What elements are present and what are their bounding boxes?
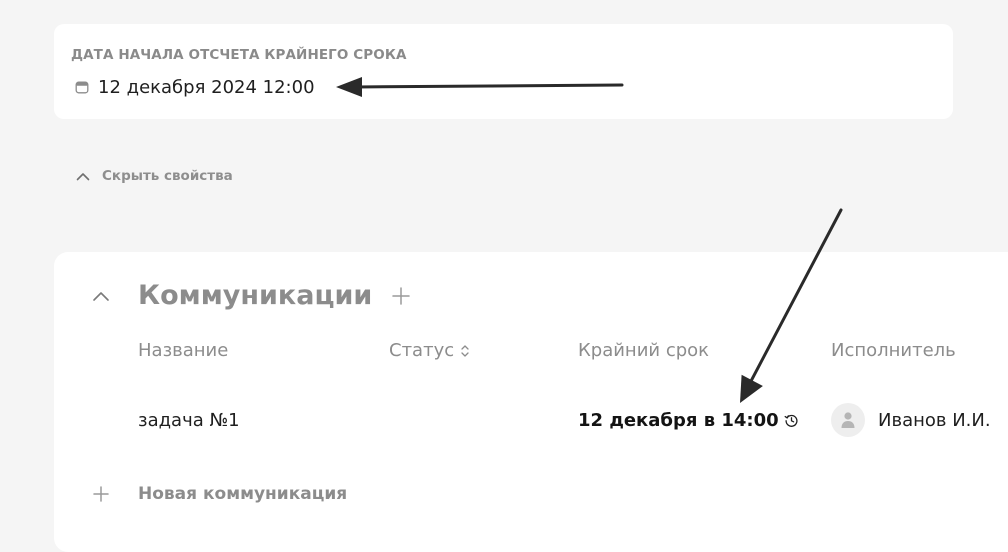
chevron-up-icon[interactable] <box>92 290 110 302</box>
properties-card: ДАТА НАЧАЛА ОТСЧЕТА КРАЙНЕГО СРОКА 12 де… <box>54 24 953 119</box>
column-header-name: Название <box>138 340 228 361</box>
table-row[interactable]: задача №1 12 декабря в 14:00 Иванов И.И. <box>54 402 1008 438</box>
sort-icon <box>461 344 469 357</box>
hide-properties-button[interactable]: Скрыть свойства <box>76 168 233 184</box>
chevron-up-icon <box>76 173 90 181</box>
section-title: Коммуникации <box>138 280 373 311</box>
add-icon[interactable] <box>392 286 411 305</box>
communications-card: Коммуникации Название Статус Крайний сро… <box>54 252 1008 552</box>
column-status-label: Статус <box>389 340 455 361</box>
column-header-deadline: Крайний срок <box>578 340 709 361</box>
deadline-start-field[interactable]: 12 декабря 2024 12:00 <box>75 76 315 98</box>
new-communication-button[interactable]: Новая коммуникация <box>92 484 347 504</box>
communications-header: Коммуникации <box>92 280 411 311</box>
row-deadline-value: 12 декабря в 14:00 <box>578 409 779 431</box>
row-name[interactable]: задача №1 <box>138 402 240 438</box>
column-header-status[interactable]: Статус <box>389 340 470 361</box>
row-deadline[interactable]: 12 декабря в 14:00 <box>578 402 799 438</box>
add-icon <box>93 486 109 502</box>
hide-properties-label: Скрыть свойства <box>102 168 233 184</box>
deadline-start-label: ДАТА НАЧАЛА ОТСЧЕТА КРАЙНЕГО СРОКА <box>71 47 407 63</box>
column-deadline-label: Крайний срок <box>578 340 710 361</box>
calendar-icon <box>75 81 89 94</box>
history-icon <box>784 414 798 427</box>
assignee-name: Иванов И.И. <box>878 409 991 431</box>
deadline-start-value: 12 декабря 2024 12:00 <box>98 76 315 98</box>
user-avatar-icon <box>841 412 855 428</box>
column-header-assignee: Исполнитель <box>831 340 956 361</box>
avatar <box>831 403 865 437</box>
new-communication-label: Новая коммуникация <box>138 484 348 504</box>
row-assignee[interactable]: Иванов И.И. <box>831 402 991 438</box>
column-name-label: Название <box>138 340 229 361</box>
column-assignee-label: Исполнитель <box>831 340 956 361</box>
